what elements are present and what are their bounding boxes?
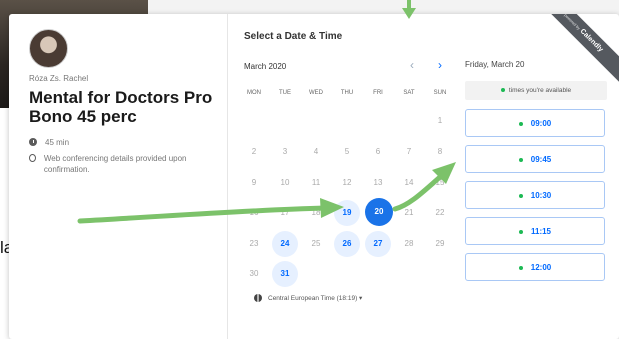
calendar-day: 17 [280, 208, 290, 217]
calendar-day: 11 [311, 178, 321, 187]
calendar-day: 4 [313, 147, 319, 156]
calendar-day: 10 [280, 178, 290, 187]
clock-icon [29, 138, 37, 146]
calendar-day: 1 [437, 116, 443, 125]
available-dot-icon [518, 265, 523, 270]
month-label: March 2020 [244, 62, 287, 71]
time-slot-button[interactable]: 10:30 [465, 181, 605, 209]
calendar-day: 25 [311, 239, 321, 248]
duration-row: 45 min [29, 137, 69, 148]
time-slot-label: 09:45 [530, 155, 552, 164]
event-title: Mental for Doctors Pro Bono 45 perc [29, 88, 213, 126]
time-slot-label: 11:15 [530, 227, 552, 236]
calendar-day: 6 [375, 147, 381, 156]
calendar-day: 8 [437, 147, 443, 156]
calendar-day: 3 [282, 147, 288, 156]
prev-month-button[interactable]: ‹ [410, 58, 414, 72]
calendar-day: 18 [311, 208, 321, 217]
selected-date-label: Friday, March 20 [465, 60, 525, 69]
available-dot-icon [518, 229, 523, 234]
weekday-tue: TUE [279, 90, 291, 96]
time-slot-button[interactable]: 12:00 [465, 253, 605, 281]
globe-icon [254, 294, 262, 302]
calendar-day: 7 [406, 147, 412, 156]
time-slot-label: 09:00 [530, 119, 552, 128]
calendar-day-selected[interactable]: 20 [365, 198, 393, 226]
time-slot-button[interactable]: 09:00 [465, 109, 605, 137]
calendar-day-available[interactable]: 26 [334, 231, 360, 257]
weekday-sat: SAT [403, 90, 415, 96]
web-conferencing-icon [29, 154, 36, 162]
calendar-day: 14 [404, 178, 414, 187]
availability-dot-icon [500, 88, 505, 93]
time-slot-label: 12:00 [530, 263, 552, 272]
calendar-day: 30 [249, 269, 259, 278]
calendar-pane: Select a Date & Time March 2020 ‹ › MON … [228, 14, 454, 339]
calendar-day: 2 [251, 147, 257, 156]
weekday-sun: SUN [433, 90, 447, 96]
section-title: Select a Date & Time [244, 31, 343, 42]
calendar-day-available[interactable]: 19 [334, 200, 360, 226]
calendar-day: 22 [435, 208, 445, 217]
next-month-button[interactable]: › [438, 58, 442, 72]
avatar [29, 29, 68, 68]
calendar-day: 29 [435, 239, 445, 248]
available-dot-icon [518, 157, 523, 162]
availability-note: times you're available [465, 81, 607, 100]
event-details-pane: Róza Zs. Rachel Mental for Doctors Pro B… [9, 14, 228, 339]
calendar-day: 16 [249, 208, 259, 217]
calendar-day-available[interactable]: 31 [272, 261, 298, 287]
calendar-day: 15 [435, 178, 445, 187]
weekday-fri: FRI [373, 90, 383, 96]
calendar-day: 12 [342, 178, 352, 187]
available-dot-icon [518, 193, 523, 198]
calendar-day: 28 [404, 239, 414, 248]
calendar-day: 9 [251, 178, 257, 187]
calendar-day-available[interactable]: 27 [365, 231, 391, 257]
calendar-day: 5 [344, 147, 350, 156]
calendar-day-available[interactable]: 24 [272, 231, 298, 257]
available-dot-icon [518, 121, 523, 126]
calendar-day: 21 [404, 208, 414, 217]
calendar-day: 13 [373, 178, 383, 187]
host-name: Róza Zs. Rachel [29, 74, 89, 83]
time-slot-button[interactable]: 11:15 [465, 217, 605, 245]
time-slot-button[interactable]: 09:45 [465, 145, 605, 173]
calendar-day: 23 [249, 239, 259, 248]
booking-card: Róza Zs. Rachel Mental for Doctors Pro B… [9, 14, 619, 339]
weekday-thu: THU [340, 90, 354, 96]
availability-text: times you're available [508, 87, 572, 94]
timezone-label: Central European Time (18:19) ▾ [268, 295, 363, 302]
weekday-mon: MON [247, 90, 261, 96]
time-slots-pane: Friday, March 20 times you're available … [455, 14, 619, 339]
timezone-selector[interactable]: Central European Time (18:19) ▾ [254, 294, 362, 302]
time-slot-label: 10:30 [530, 191, 552, 200]
ribbon-powered-by: powered by [563, 14, 582, 31]
conferencing-text: Web conferencing details provided upon c… [43, 154, 187, 174]
weekday-wed: WED [309, 90, 323, 96]
conferencing-row: Web conferencing details provided upon c… [29, 153, 199, 175]
duration-text: 45 min [45, 138, 70, 147]
